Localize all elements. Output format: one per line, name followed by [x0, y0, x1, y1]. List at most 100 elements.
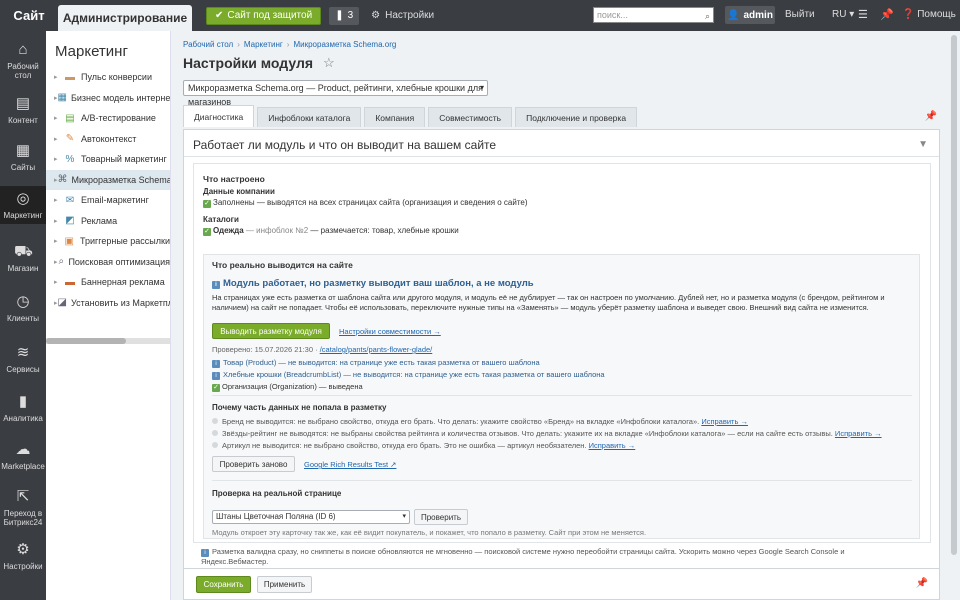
tab-compatibility[interactable]: Совместимость: [428, 107, 513, 127]
pin-icon[interactable]: 📌: [925, 111, 937, 122]
logout-link[interactable]: Выйти: [785, 9, 815, 20]
rail-marketplace[interactable]: ☁ Marketplace: [0, 441, 46, 471]
rail-shop[interactable]: ⛟ Магазин: [0, 243, 46, 273]
chevron-right-icon[interactable]: ▸: [54, 217, 63, 225]
menu-item-schema-org[interactable]: ▸⌘Микроразметка Schema.or: [46, 169, 170, 190]
check-button[interactable]: Проверить: [414, 509, 468, 525]
pin-icon[interactable]: 📌: [880, 8, 894, 21]
catalogs-heading: Каталоги: [203, 215, 239, 224]
google-test-link-text[interactable]: Google Rich Results Test ↗: [304, 460, 396, 469]
document-icon: ▤: [15, 95, 31, 112]
rail-settings[interactable]: ⚙ Настройки: [0, 541, 46, 571]
menu-item-ab-testing[interactable]: ▸ ▤ A/B-тестирование: [46, 108, 170, 129]
rail-sites[interactable]: ▦ Сайты: [0, 142, 46, 172]
rail-analytics[interactable]: ▮ Аналитика: [0, 393, 46, 423]
google-test-link[interactable]: Google Rich Results Test ↗: [304, 460, 396, 469]
checked-url-link[interactable]: /catalog/pants/pants-flower-glade/: [320, 345, 433, 354]
tab-site[interactable]: Сайт: [0, 0, 58, 31]
language-selector[interactable]: RU ▾: [832, 9, 854, 20]
target-icon: ◎: [16, 190, 30, 207]
menu-item-autocontext[interactable]: ▸ ✎ Автоконтекст: [46, 129, 170, 150]
main-area: Рабочий стол › Маркетинг › Микроразметка Sch…: [171, 31, 960, 600]
home-icon: ⌂: [18, 41, 28, 58]
recheck-button[interactable]: Проверить заново: [212, 456, 295, 472]
catalog-iblock: — инфоблок №2: [243, 226, 309, 235]
rail-services[interactable]: ≋ Сервисы: [0, 344, 46, 374]
tab-administration[interactable]: Администрирование: [58, 5, 192, 31]
compatibility-link[interactable]: Настройки совместимости →: [339, 327, 441, 336]
rail-clients[interactable]: ◷ Клиенты: [0, 293, 46, 323]
apply-button[interactable]: Применить: [257, 576, 312, 593]
tab-connection[interactable]: Подключение и проверка: [515, 107, 638, 127]
chevron-right-icon[interactable]: ▸: [54, 196, 63, 204]
ab-icon: ▤: [65, 112, 75, 124]
compatibility-link-text[interactable]: Настройки совместимости →: [339, 327, 441, 336]
chevron-right-icon[interactable]: ▸: [54, 155, 63, 163]
chevron-right-icon[interactable]: ▸: [54, 237, 63, 245]
user-button[interactable]: 👤 admin: [725, 6, 775, 24]
menu-item-label: Баннерная реклама: [81, 277, 165, 288]
bar-chart-icon: ▮: [18, 393, 28, 410]
bottom-bar: Сохранить Применить 📌: [183, 568, 940, 600]
status-dot: [212, 430, 218, 436]
menu-item-banners[interactable]: ▸ ▬ Баннерная реклама: [46, 272, 170, 293]
fix-link[interactable]: Исправить →: [589, 441, 636, 450]
rail-content[interactable]: ▤ Контент: [0, 95, 46, 125]
chevron-right-icon[interactable]: ▸: [54, 114, 63, 122]
layers-icon: ≋: [16, 344, 30, 361]
collapse-icon[interactable]: ▼: [918, 139, 928, 150]
real-page-heading: Проверка на реальной странице: [212, 489, 342, 498]
chevron-right-icon[interactable]: ▸: [54, 135, 63, 143]
chevron-right-icon[interactable]: ▸: [54, 278, 63, 286]
breadcrumb-item[interactable]: Рабочий стол: [183, 40, 233, 49]
star-icon[interactable]: ☆: [323, 55, 335, 71]
real-page-note: Модуль откроет эту карточку так же, как …: [212, 528, 647, 537]
notifications-button[interactable]: ❚ 3: [329, 6, 360, 25]
site-protected-button[interactable]: ✔ Сайт под защитой: [206, 6, 322, 25]
menu-item-email[interactable]: ▸ ✉ Email-маркетинг: [46, 190, 170, 211]
check-icon: ✓: [212, 384, 220, 392]
toolbar-icon[interactable]: ☰: [858, 8, 868, 21]
module-select[interactable]: Микроразметка Schema.org — Product, рейт…: [183, 80, 488, 107]
output-subheading-text: Модуль работает, но разметку выводит ваш…: [223, 278, 534, 289]
page-select[interactable]: Штаны Цветочная Поляна (ID 6) ▾: [212, 510, 410, 524]
rail-bitrix24[interactable]: ⇱ Переход в Битрикс24: [0, 488, 46, 527]
tab-company[interactable]: Компания: [364, 107, 426, 127]
page-scrollbar[interactable]: [948, 31, 960, 600]
menu-item-conversion[interactable]: ▸ ▬ Пульс конверсии: [46, 67, 170, 88]
menu-scrollbar[interactable]: [46, 338, 170, 344]
menu-item-product-marketing[interactable]: ▸% Товарный маркетинг: [46, 149, 170, 170]
fix-link[interactable]: Исправить →: [835, 429, 882, 438]
menu-item-ads[interactable]: ▸ ◩ Реклама: [46, 211, 170, 232]
rail-desktop[interactable]: ⌂ Рабочий стол: [0, 41, 46, 80]
why-sku: Артикул не выводится: не выбрано свойств…: [212, 441, 635, 450]
search-placeholder: поиск...: [597, 10, 628, 20]
search-icon[interactable]: ⌕: [705, 9, 710, 23]
tab-catalog-iblocks[interactable]: Инфоблоки каталога: [257, 107, 362, 127]
search-input[interactable]: поиск... ⌕: [593, 7, 714, 23]
breadcrumb-item[interactable]: Маркетинг: [244, 40, 283, 49]
gear-icon: ⚙: [16, 541, 30, 558]
rail-marketing[interactable]: ◎ Маркетинг: [0, 186, 46, 224]
settings-link[interactable]: ⚙ Настройки: [371, 10, 434, 21]
save-button[interactable]: Сохранить: [196, 576, 251, 593]
rail-label: Контент: [8, 116, 38, 125]
pin-icon[interactable]: 📌: [916, 578, 928, 589]
output-module-markup-button[interactable]: Выводить разметку модуля: [212, 323, 330, 339]
breadcrumb-item[interactable]: Микроразметка Schema.org: [293, 40, 396, 49]
language-label: RU: [832, 9, 847, 20]
chevron-right-icon[interactable]: ▸: [54, 73, 63, 81]
menu-item-seo[interactable]: ▸ ⌕ Поисковая оптимизация: [46, 252, 170, 273]
menu-item-trigger-mail[interactable]: ▸ ▣ Триггерные рассылки: [46, 231, 170, 252]
menu-item-business-model[interactable]: ▸▦Бизнес модель интернет-м: [46, 88, 170, 109]
fix-link[interactable]: Исправить →: [701, 417, 748, 426]
checked-date: Проверено: 15.07.2026 21:30 ·: [212, 345, 320, 354]
tab-diagnostics[interactable]: Диагностика: [183, 105, 255, 127]
menu-item-marketplace[interactable]: ▸◪Установить из Маркетплей: [46, 293, 170, 314]
page-title-text: Настройки модуля: [183, 55, 314, 71]
status-dot: [212, 418, 218, 424]
help-link[interactable]: ❓ Помощь: [902, 9, 956, 20]
result-organization: ✓ Организация (Organization) — выведена: [212, 382, 363, 392]
help-icon: ❓: [902, 9, 915, 20]
menu-item-label: Товарный маркетинг: [81, 154, 167, 165]
